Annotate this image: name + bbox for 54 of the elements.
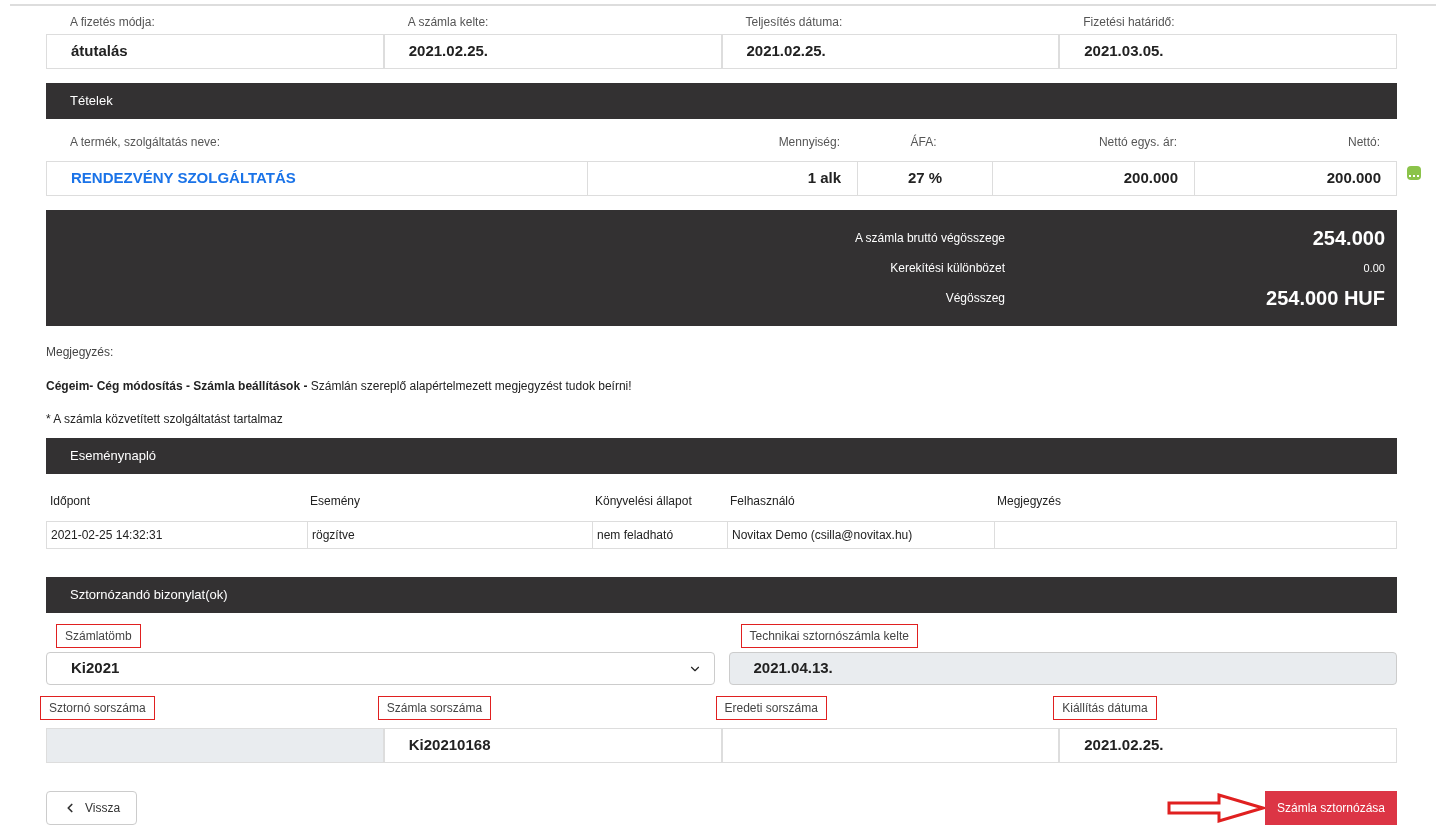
- column-header: Nettó:: [1347, 134, 1381, 151]
- table-cell: rögzítve: [307, 522, 592, 548]
- field-label: Számlatömb: [56, 624, 141, 648]
- section-title: Tételek: [70, 92, 113, 111]
- column-header: Mennyiség:: [777, 134, 841, 151]
- column-header: Esemény: [309, 493, 362, 510]
- date-field: 2021.04.13.: [728, 652, 1397, 685]
- section-title: Sztornózandó bizonylat(ok): [70, 586, 228, 605]
- field-label: Sztornó sorszáma: [40, 696, 155, 720]
- vat-cell: 27 %: [857, 162, 992, 195]
- section-title: Eseménynapló: [70, 447, 156, 466]
- field-label: Fizetési határidő:: [1082, 14, 1176, 31]
- field-value: átutalás: [46, 34, 384, 69]
- invoice-block-select[interactable]: Ki2021: [46, 652, 715, 685]
- total-value: 0.00: [1362, 260, 1385, 276]
- field-label: A fizetés módja:: [69, 14, 156, 31]
- column-header: Nettó egys. ár:: [1097, 134, 1178, 151]
- field-value: 2021.02.25.: [383, 34, 722, 69]
- table-cell-text: 2021-02-25 14:32:31: [50, 527, 164, 544]
- total-value: 254.000: [1311, 226, 1385, 251]
- input-field[interactable]: [721, 728, 1060, 763]
- unit-price-cell: 200.000: [992, 162, 1194, 195]
- table-cell: nem feladható: [592, 522, 727, 548]
- footnote-text: * A számla közvetített szolgáltatást tartalmaz: [46, 411, 284, 428]
- note-text: Cégeim- Cég módosítás - Számla beállítások - Számlán szereplő alapértelmezett megjegyzést tudok beírni!: [46, 378, 633, 395]
- quantity-cell: 1 alk: [587, 162, 857, 195]
- field-label: Teljesítés dátuma:: [744, 14, 844, 31]
- column-header: Időpont: [49, 493, 92, 510]
- input-field[interactable]: Ki20210168: [383, 728, 722, 763]
- total-label: A számla bruttó végösszege: [853, 230, 1005, 247]
- input-field[interactable]: 2021.02.25.: [1059, 728, 1397, 763]
- field-label: Kiállítás dátuma: [1053, 696, 1157, 720]
- field-label: Számla sorszáma: [377, 696, 492, 720]
- more-options-icon[interactable]: [1407, 166, 1421, 180]
- total-value: 254.000 HUF: [1265, 286, 1385, 311]
- field-label: Eredeti sorszáma: [715, 696, 827, 720]
- column-header: Felhasználó: [729, 493, 796, 510]
- arrow-icon: [1166, 793, 1265, 823]
- column-header: ÁFA:: [909, 133, 938, 151]
- item-name-link[interactable]: RENDEZVÉNY SZOLGÁLTATÁS: [47, 162, 587, 195]
- net-cell: 200.000: [1194, 162, 1397, 195]
- total-label: Kerekítési különbözet: [889, 260, 1005, 277]
- field-value: 2021.03.05.: [1059, 34, 1397, 69]
- field-value: 2021.02.25.: [721, 34, 1060, 69]
- table-cell: Novitax Demo (csilla@novitax.hu): [727, 522, 994, 548]
- column-header: Könyvelési állapot: [594, 493, 693, 510]
- back-button[interactable]: Vissza: [46, 791, 138, 825]
- column-header: A termék, szolgáltatás neve:: [69, 134, 222, 151]
- field-label: Technikai sztornószámla kelte: [740, 624, 918, 648]
- field-label: A számla kelte:: [406, 14, 490, 31]
- column-header: Megjegyzés: [996, 493, 1063, 510]
- total-label: Végösszeg: [944, 290, 1005, 307]
- storno-button[interactable]: Számla sztornózása: [1264, 791, 1397, 825]
- note-label: Megjegyzés:: [45, 344, 115, 361]
